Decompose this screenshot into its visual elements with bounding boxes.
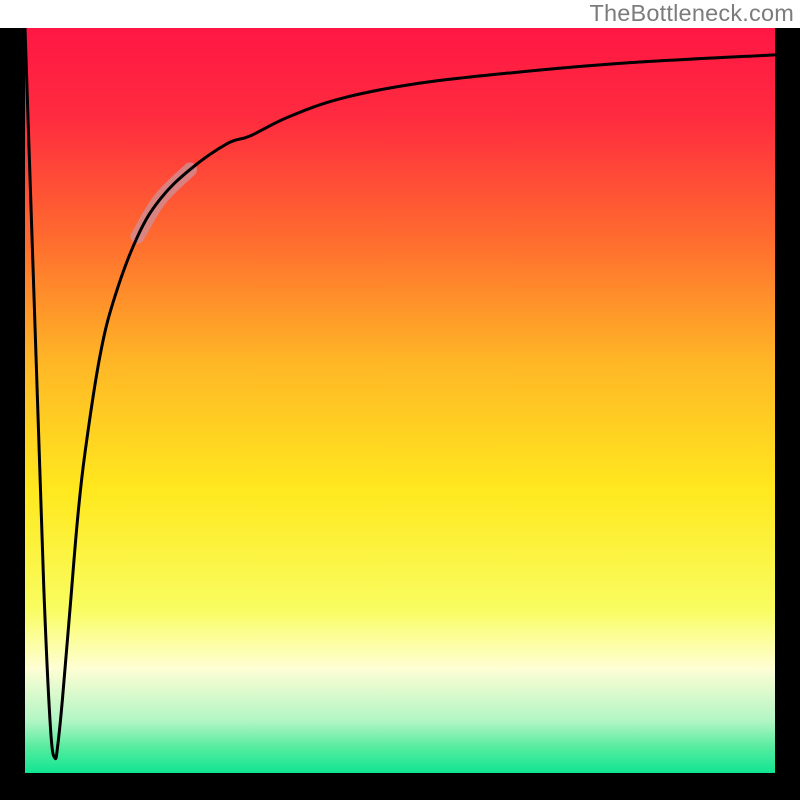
frame-right bbox=[775, 28, 800, 800]
chart-svg bbox=[0, 0, 800, 800]
chart-container: TheBottleneck.com bbox=[0, 0, 800, 800]
frame-bottom bbox=[0, 773, 800, 800]
plot-background bbox=[25, 28, 775, 773]
watermark-text: TheBottleneck.com bbox=[589, 0, 794, 27]
frame-left bbox=[0, 28, 25, 800]
